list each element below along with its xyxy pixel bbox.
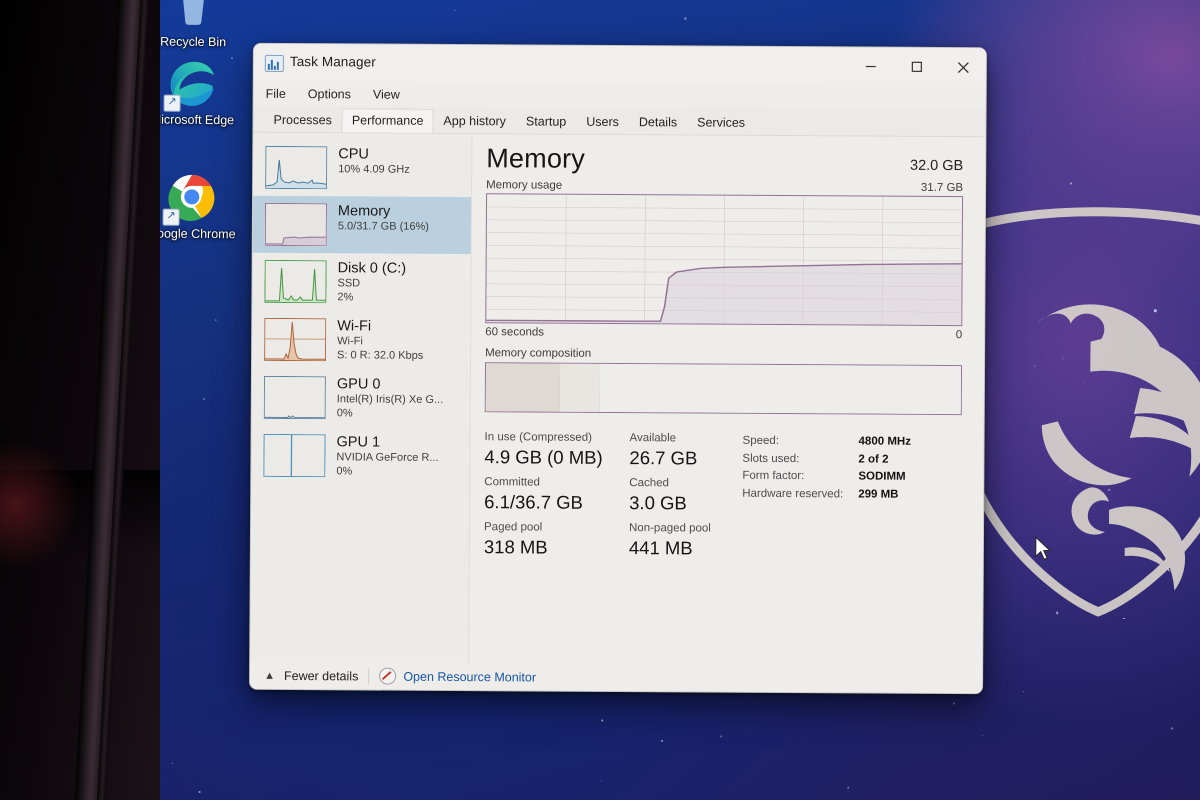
resource-monitor-icon: [379, 667, 397, 685]
usage-graph-max: 31.7 GB: [920, 181, 964, 195]
wifi-mini-graph: [264, 317, 327, 362]
sidebar-item-wifi[interactable]: Wi-Fi Wi-Fi S: 0 R: 32.0 Kbps: [252, 311, 470, 370]
sidebar-item-sub: Wi-Fi: [337, 335, 363, 348]
sidebar-item-label: Disk 0 (C:): [337, 260, 407, 277]
memory-detail-panel: Memory 32.0 GB Memory usage 31.7 GB 60 s…: [469, 134, 985, 693]
photo-of-laptop-screen: Recycle Bin ↗ Microsoft Edge ↗ Google Ch…: [0, 0, 1200, 800]
tab-processes[interactable]: Processes: [263, 108, 342, 132]
microsoft-edge-icon: ↗: [163, 56, 220, 112]
tab-performance[interactable]: Performance: [341, 108, 434, 133]
sidebar-item-sub: SSD: [337, 277, 361, 290]
stat-cached: Cached 3.0 GB: [629, 477, 687, 514]
open-resource-monitor-link[interactable]: Open Resource Monitor: [379, 667, 537, 686]
sidebar-item-label: CPU: [338, 146, 369, 163]
tab-startup[interactable]: Startup: [516, 109, 576, 133]
sidebar-item-label: Wi-Fi: [337, 318, 372, 335]
sidebar-item-gpu-0[interactable]: GPU 0 Intel(R) Iris(R) Xe G... 0%: [252, 369, 470, 428]
tab-users[interactable]: Users: [576, 110, 629, 134]
stat-paged-pool: Paged pool 318 MB: [483, 521, 548, 558]
gpu1-mini-graph: [263, 433, 326, 478]
minimize-button[interactable]: [848, 47, 894, 85]
tab-app-history[interactable]: App history: [433, 109, 516, 134]
usage-graph-label: Memory usage: [486, 179, 563, 192]
sidebar-item-sub: 5.0/31.7 GB (16%): [337, 220, 430, 233]
usage-graph-time-label: 60 seconds: [485, 326, 545, 339]
fewer-details-button[interactable]: ▲ Fewer details: [264, 668, 359, 683]
sidebar-item-sub2: 0%: [336, 464, 353, 477]
sidebar-item-gpu-1[interactable]: GPU 1 NVIDIA GeForce R... 0%: [251, 427, 469, 486]
sidebar-item-cpu[interactable]: CPU 10% 4.09 GHz: [253, 139, 471, 197]
window-footer: ▲ Fewer details Open Resource Monitor: [250, 661, 983, 694]
disk-mini-graph: [264, 259, 327, 304]
menu-item-options[interactable]: Options: [308, 87, 351, 101]
cpu-mini-graph: [265, 145, 328, 190]
memory-mini-graph: [264, 202, 328, 247]
desk-red-reflection: [0, 440, 80, 570]
google-chrome-icon: ↗: [162, 170, 219, 226]
memory-usage-graph: [485, 193, 964, 327]
task-manager-window[interactable]: Task Manager File Options View Processes…: [249, 42, 987, 695]
window-controls: [848, 47, 986, 86]
sidebar-item-memory[interactable]: Memory 5.0/31.7 GB (16%): [252, 195, 472, 255]
window-titlebar[interactable]: Task Manager: [253, 43, 986, 87]
stat-committed: Committed 6.1/36.7 GB: [484, 476, 583, 513]
composition-segment: [599, 363, 962, 415]
close-button[interactable]: [940, 48, 986, 86]
stat-available: Available 26.7 GB: [629, 432, 698, 469]
page-title: Memory: [486, 143, 586, 174]
menu-item-file[interactable]: File: [266, 87, 286, 101]
maximize-button[interactable]: [894, 48, 940, 86]
composition-segment: [485, 363, 561, 412]
menu-item-view[interactable]: View: [373, 87, 400, 101]
sidebar-item-sub: Intel(R) Iris(R) Xe G...: [336, 393, 444, 406]
sidebar-item-disk-0[interactable]: Disk 0 (C:) SSD 2%: [252, 253, 470, 312]
sidebar-item-sub2: 0%: [336, 406, 353, 419]
usage-graph-time-zero: 0: [955, 329, 963, 342]
memory-specs: Speed: 4800 MHz Slots used: 2 of 2 Form …: [734, 432, 962, 568]
chevron-up-icon: ▲: [264, 669, 276, 682]
gpu0-mini-graph: [263, 375, 326, 420]
sidebar-item-sub: 10% 4.09 GHz: [338, 163, 410, 176]
sidebar-item-sub2: S: 0 R: 32.0 Kbps: [337, 348, 424, 362]
shortcut-arrow-icon: ↗: [162, 208, 180, 226]
mouse-cursor: [1035, 536, 1052, 561]
fewer-details-label: Fewer details: [283, 668, 359, 683]
sidebar-item-label: GPU 0: [336, 376, 381, 393]
memory-stats: In use (Compressed) 4.9 GB (0 MB) Availa…: [484, 430, 962, 568]
open-resource-monitor-label: Open Resource Monitor: [403, 669, 537, 685]
footer-divider: [368, 667, 370, 684]
recycle-bin-icon: [166, 0, 220, 32]
composition-label: Memory composition: [485, 347, 592, 360]
composition-segment: [559, 363, 602, 412]
sidebar-item-sub2: 2%: [337, 290, 354, 303]
tab-services[interactable]: Services: [687, 110, 755, 134]
shortcut-arrow-icon: ↗: [163, 94, 181, 112]
memory-composition-bar[interactable]: [484, 362, 963, 416]
spec-form-factor: Form factor: SODIMM: [742, 469, 906, 483]
memory-total: 32.0 GB: [909, 157, 964, 175]
sidebar-item-label: GPU 1: [336, 434, 381, 451]
spec-speed: Speed: 4800 MHz: [742, 434, 912, 448]
sidebar-item-label: Memory: [337, 203, 391, 220]
stat-non-paged-pool: Non-paged pool 441 MB: [628, 522, 711, 559]
stat-in-use: In use (Compressed) 4.9 GB (0 MB): [484, 431, 603, 468]
window-title: Task Manager: [289, 53, 376, 70]
resource-sidebar: CPU 10% 4.09 GHz Memory 5.0/31.7 GB (16%…: [250, 132, 473, 691]
sidebar-item-sub: NVIDIA GeForce R...: [336, 451, 439, 464]
task-manager-icon: [264, 54, 284, 72]
spec-hardware-reserved: Hardware reserved: 299 MB: [742, 487, 899, 501]
spec-slots-used: Slots used: 2 of 2: [742, 452, 889, 466]
tab-details[interactable]: Details: [629, 110, 687, 134]
